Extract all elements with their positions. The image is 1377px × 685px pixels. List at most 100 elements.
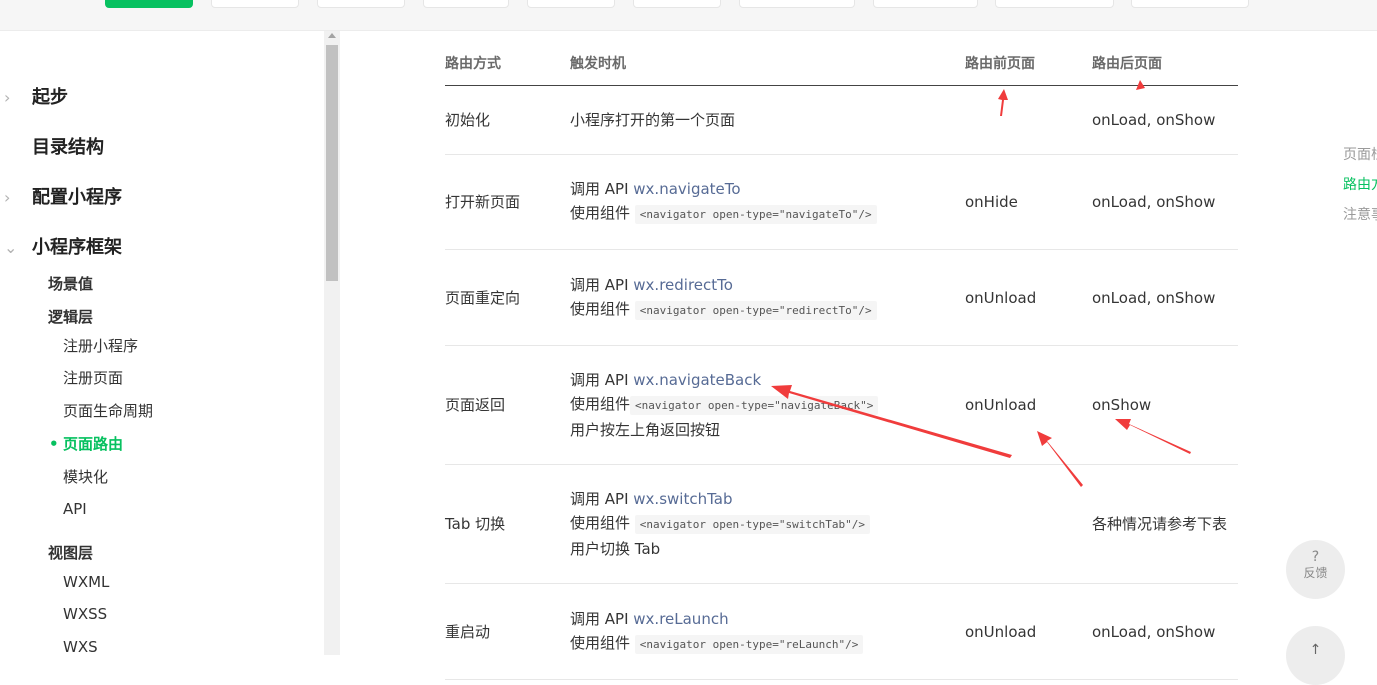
sidebar-item-configure[interactable]: 配置小程序 [32,186,122,210]
sidebar-item-register-app[interactable]: 注册小程序 [63,336,138,356]
arrow-up-icon: ↑ [1309,642,1322,658]
trigger-prefix: 使用组件 [570,299,635,318]
top-nav-tab[interactable] [739,0,855,8]
trigger-cell: 调用 API wx.navigateTo 使用组件 <navigator ope… [570,154,965,250]
table-row: 打开新页面 调用 API wx.navigateTo 使用组件 <navigat… [445,154,1238,250]
top-nav-tab[interactable] [211,0,299,8]
sidebar-item-wxml[interactable]: WXML [63,572,109,592]
question-icon: ? [1311,549,1320,565]
main-content: 路由方式 触发时机 路由前页面 路由后页面 初始化 小程序打开的第一个页面 on… [340,31,1377,680]
trigger-cell: 调用 API wx.navigateBack 使用组件 <navigator op… [570,345,965,465]
back-to-top-button[interactable]: ↑ [1286,626,1345,685]
after-page: onLoad, onShow [1092,583,1238,680]
route-method: 打开新页面 [445,154,570,250]
trigger-text: 小程序打开的第一个页面 [570,111,736,129]
route-method: 初始化 [445,85,570,155]
before-page: onUnload [965,249,1092,346]
before-page: onUnload [965,345,1092,465]
trigger-cell: 小程序打开的第一个页面 [570,85,965,155]
scroll-up-arrow-icon[interactable] [328,33,336,38]
sidebar-scrollbar-thumb[interactable] [326,45,338,281]
chevron-right-icon[interactable]: › [4,86,10,110]
trigger-prefix: 调用 API [570,609,634,628]
api-link[interactable]: wx.navigateBack [633,371,761,389]
trigger-text: 用户按左上角返回按钮 [570,421,721,439]
sidebar-item-page-lifecycle[interactable]: 页面生命周期 [63,401,153,421]
before-page [965,464,1092,584]
trigger-text: 用户切换 Tab [570,540,661,558]
trigger-prefix: 使用组件 [570,514,635,532]
top-nav-tab[interactable] [1131,0,1249,8]
route-method: 页面重定向 [445,249,570,346]
sidebar-item-framework[interactable]: 小程序框架 [32,236,122,260]
feedback-button[interactable]: ? 反馈 [1286,540,1345,599]
top-nav-tab[interactable] [527,0,615,8]
sidebar-item-scene[interactable]: 场景值 [48,274,93,294]
code-snippet: <navigator open-type="navigateBack"> [630,396,879,415]
docs-sidebar: › 起步 目录结构 › 配置小程序 ⌄ 小程序框架 场景值 逻辑层 注册小程序 … [0,31,324,655]
after-page: 各种情况请参考下表 [1092,464,1238,584]
sidebar-item-page-route[interactable]: • 页面路由 [49,434,124,454]
column-header: 路由后页面 [1092,41,1238,86]
sidebar-item-directory-structure[interactable]: 目录结构 [32,136,104,160]
before-page [965,85,1092,155]
top-nav-tab[interactable] [423,0,509,8]
route-method: Tab 切换 [445,464,570,584]
active-dot-icon: • [49,435,59,453]
top-nav-tab[interactable] [633,0,721,8]
api-link[interactable]: wx.reLaunch [633,610,728,628]
table-row: 重启动 调用 API wx.reLaunch 使用组件 <navigator o… [445,583,1238,680]
table-header-row: 路由方式 触发时机 路由前页面 路由后页面 [445,41,1238,86]
sidebar-item-api[interactable]: API [63,499,87,519]
after-page: onLoad, onShow [1092,249,1238,346]
trigger-prefix: 调用 API [570,490,634,508]
column-header: 触发时机 [570,41,965,86]
toc-item-notes[interactable]: 注意事项 [1343,205,1377,225]
trigger-prefix: 调用 API [570,180,634,198]
after-page: onLoad, onShow [1092,154,1238,250]
api-link[interactable]: wx.redirectTo [633,276,733,294]
trigger-cell: 调用 API wx.switchTab 使用组件 <navigator open… [570,464,965,584]
table-row: Tab 切换 调用 API wx.switchTab 使用组件 <navigat… [445,464,1238,584]
trigger-prefix: 使用组件 [570,204,635,222]
sidebar-item-modules[interactable]: 模块化 [63,467,108,487]
code-snippet: <navigator open-type="reLaunch"/> [634,634,864,654]
feedback-label: 反馈 [1303,566,1328,580]
chevron-down-icon[interactable]: ⌄ [4,236,17,260]
top-nav-tab[interactable] [317,0,405,8]
code-snippet: <navigator open-type="navigateTo"/> [634,205,877,224]
code-snippet: <navigator open-type="switchTab"/> [634,515,870,534]
sidebar-item-wxs[interactable]: WXS [63,637,98,655]
trigger-cell: 调用 API wx.redirectTo 使用组件 <navigator ope… [570,249,965,346]
trigger-prefix: 使用组件 [570,395,631,413]
api-link[interactable]: wx.switchTab [633,490,732,508]
top-nav-tab-active[interactable] [105,0,193,8]
before-page: onHide [965,154,1092,250]
api-link[interactable]: wx.navigateTo [633,180,740,198]
chevron-right-icon[interactable]: › [4,186,10,210]
trigger-prefix: 调用 API [570,371,634,389]
top-nav-tab[interactable] [873,0,978,8]
top-nav-tab[interactable] [995,0,1114,8]
table-row: 页面重定向 调用 API wx.redirectTo 使用组件 <navigat… [445,249,1238,346]
route-table: 路由方式 触发时机 路由前页面 路由后页面 初始化 小程序打开的第一个页面 on… [445,41,1238,680]
before-page: onUnload [965,583,1092,680]
sidebar-item-view-layer[interactable]: 视图层 [48,543,93,563]
route-method: 页面返回 [445,345,570,465]
table-row: 页面返回 调用 API wx.navigateBack 使用组件 <navigat… [445,345,1238,465]
code-snippet: <navigator open-type="redirectTo"/> [634,300,877,320]
sidebar-item-getting-started[interactable]: 起步 [32,86,68,110]
trigger-prefix: 使用组件 [570,633,635,652]
route-method: 重启动 [445,583,570,680]
toc-item-route-method[interactable]: 路由方式 [1343,175,1377,195]
sidebar-item-logic-layer[interactable]: 逻辑层 [48,307,93,327]
trigger-cell: 调用 API wx.reLaunch 使用组件 <navigator open-… [570,583,965,680]
column-header: 路由前页面 [965,41,1092,86]
sidebar-item-register-page[interactable]: 注册页面 [63,368,123,388]
table-row: 初始化 小程序打开的第一个页面 onLoad, onShow [445,85,1238,155]
after-page: onLoad, onShow [1092,85,1238,155]
sidebar-item-label: 页面路由 [63,435,124,453]
toc-item-page-stack[interactable]: 页面栈 [1343,145,1377,165]
column-header: 路由方式 [445,41,570,86]
sidebar-item-wxss[interactable]: WXSS [63,604,107,624]
